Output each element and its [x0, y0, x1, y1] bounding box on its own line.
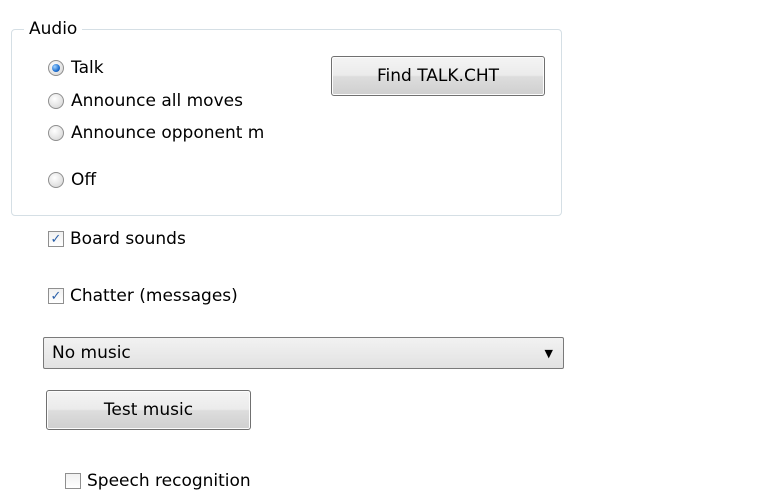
checkbox-empty [65, 473, 81, 489]
music-select-value: No music [52, 343, 131, 363]
speech-recognition-label: Speech recognition [87, 471, 251, 491]
audio-group-title: Audio [24, 19, 83, 39]
chatter-label: Chatter (messages) [70, 286, 238, 306]
radio-announce-all-moves[interactable]: Announce all moves [48, 89, 269, 113]
radio-indicator [48, 93, 64, 109]
dropdown-arrow-icon: ▼ [544, 346, 553, 360]
radio-off-label: Off [71, 170, 97, 190]
audio-settings-panel: Audio Talk Announce all moves Announce o… [0, 0, 763, 497]
radio-talk[interactable]: Talk [48, 56, 104, 80]
checkmark-icon: ✓ [48, 231, 64, 247]
board-sounds-label: Board sounds [70, 229, 186, 249]
board-sounds-checkbox[interactable]: ✓ Board sounds [48, 227, 186, 251]
speech-recognition-checkbox[interactable]: Speech recognition [65, 469, 251, 493]
radio-indicator-checked [48, 60, 64, 76]
find-talk-cht-button[interactable]: Find TALK.CHT [331, 56, 545, 96]
radio-announce-all-moves-label: Announce all moves [71, 91, 243, 111]
test-music-button[interactable]: Test music [46, 390, 251, 430]
radio-indicator [48, 172, 64, 188]
radio-announce-opponent-moves[interactable]: Announce opponent moves [48, 121, 263, 145]
radio-indicator [48, 125, 64, 141]
music-select[interactable]: No music ▼ [43, 337, 564, 369]
chatter-checkbox[interactable]: ✓ Chatter (messages) [48, 284, 238, 308]
radio-off[interactable]: Off [48, 168, 96, 192]
radio-talk-label: Talk [71, 58, 104, 78]
radio-announce-opponent-moves-label: Announce opponent moves [71, 123, 263, 143]
checkmark-icon: ✓ [48, 288, 64, 304]
